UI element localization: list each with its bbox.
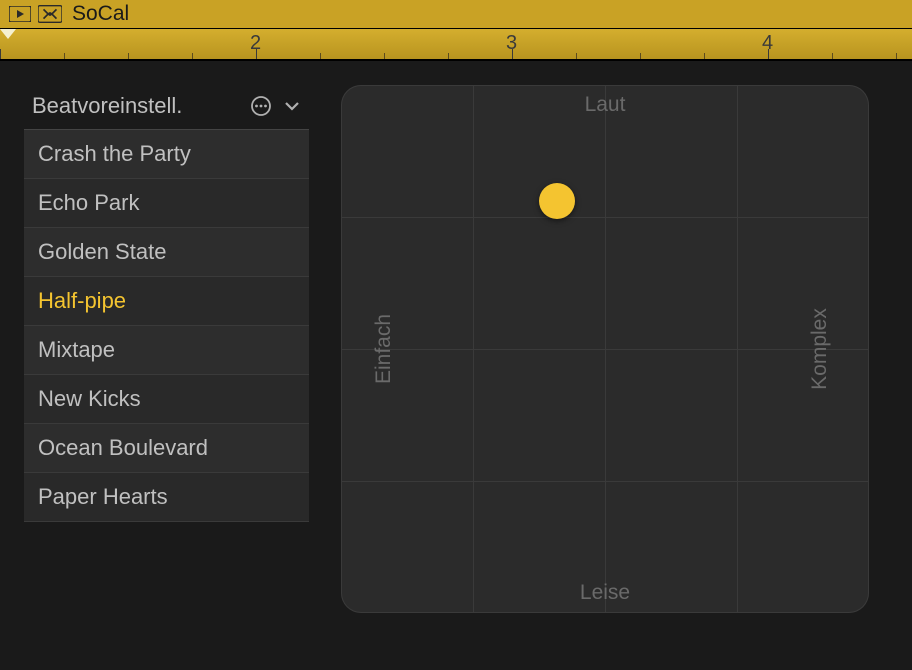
preset-item-echo-park[interactable]: Echo Park — [24, 179, 309, 228]
preset-item-paper-hearts[interactable]: Paper Hearts — [24, 473, 309, 522]
drummer-icon[interactable] — [38, 4, 62, 24]
drummer-editor: Beatvoreinstell. Crash the Party Echo Pa… — [0, 61, 912, 613]
chevron-down-icon[interactable] — [283, 97, 301, 115]
timeline-ruler[interactable]: 2 3 4 — [0, 29, 912, 61]
xy-pad-container: Laut Leise Einfach Komplex — [341, 85, 888, 613]
play-icon[interactable] — [8, 4, 32, 24]
preset-list: Crash the Party Echo Park Golden State H… — [24, 129, 309, 522]
xy-grid — [341, 85, 869, 613]
preset-item-new-kicks[interactable]: New Kicks — [24, 375, 309, 424]
playhead[interactable] — [0, 29, 16, 39]
preset-more-button[interactable] — [249, 94, 273, 118]
preset-item-half-pipe[interactable]: Half-pipe — [24, 277, 309, 326]
xy-pad[interactable]: Laut Leise Einfach Komplex — [341, 85, 869, 613]
preset-header: Beatvoreinstell. — [24, 85, 309, 129]
xy-label-complex: Komplex — [808, 308, 832, 390]
xy-label-simple: Einfach — [372, 314, 396, 384]
preset-item-crash-the-party[interactable]: Crash the Party — [24, 130, 309, 179]
preset-item-ocean-boulevard[interactable]: Ocean Boulevard — [24, 424, 309, 473]
tracks-header: SoCal — [0, 0, 912, 29]
preset-panel: Beatvoreinstell. Crash the Party Echo Pa… — [24, 85, 309, 613]
xy-label-loud: Laut — [585, 93, 626, 117]
track-title: SoCal — [72, 2, 129, 26]
preset-item-golden-state[interactable]: Golden State — [24, 228, 309, 277]
preset-title: Beatvoreinstell. — [32, 93, 239, 119]
xy-label-soft: Leise — [580, 581, 630, 605]
preset-item-mixtape[interactable]: Mixtape — [24, 326, 309, 375]
xy-puck[interactable] — [539, 183, 575, 219]
